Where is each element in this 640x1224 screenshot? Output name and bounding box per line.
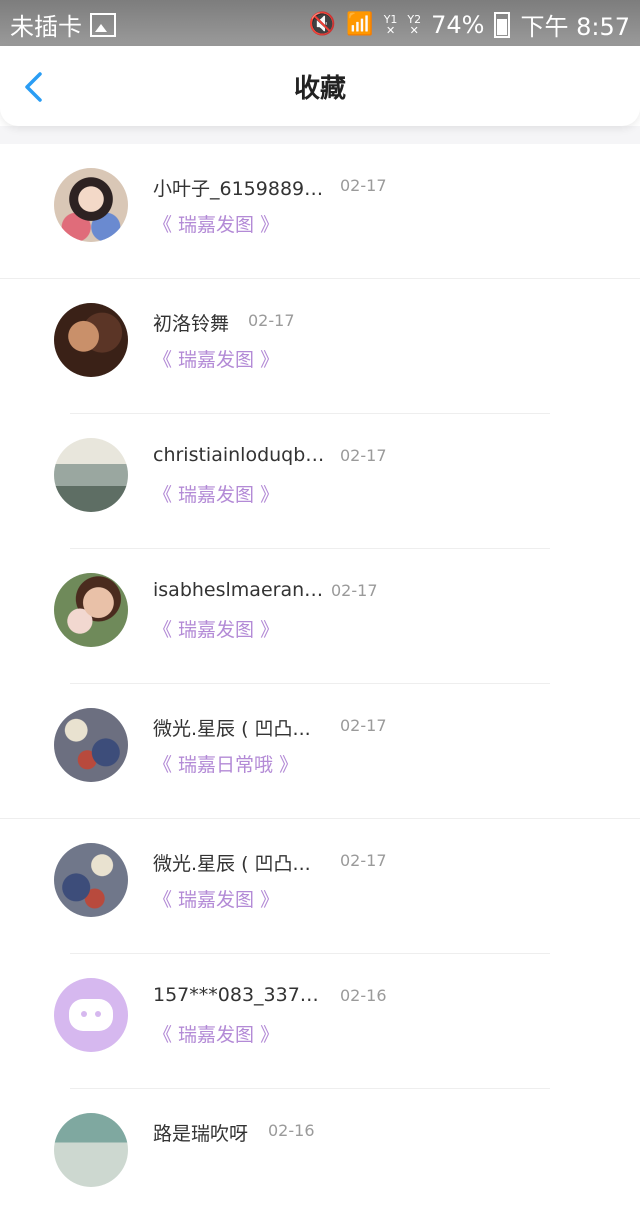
avatar[interactable]: [54, 168, 128, 242]
list-item[interactable]: 微光.星辰 ( 凹凸... 02-17 《 瑞嘉日常哦 》: [0, 684, 640, 819]
date: 02-17: [340, 176, 387, 195]
sim1-icon: Y1 ✕: [383, 12, 398, 37]
user-name: 微光.星辰 ( 凹凸...: [153, 718, 311, 740]
album-link[interactable]: 《 瑞嘉发图 》: [153, 615, 279, 642]
list-item[interactable]: 小叶子_61598892... 02-17 《 瑞嘉发图 》: [0, 144, 640, 279]
page-title: 收藏: [293, 74, 346, 104]
user-name: 小叶子_61598892...: [153, 178, 325, 200]
header: 收藏: [0, 46, 640, 126]
album-link[interactable]: 《 瑞嘉发图 》: [153, 885, 279, 912]
avatar[interactable]: [54, 438, 128, 512]
user-name: isabheslmaeranbft: [153, 579, 325, 601]
avatar[interactable]: [54, 843, 128, 917]
list-item[interactable]: 157***083_33776... 02-16 《 瑞嘉发图 》: [0, 954, 640, 1089]
list-item[interactable]: 初洛铃舞 02-17 《 瑞嘉发图 》: [0, 279, 640, 414]
status-bar: 未插卡 🔇 📶 Y1 ✕ Y2 ✕ 74% 下午 8:57: [0, 0, 640, 46]
chat-bubble-icon: [69, 999, 113, 1031]
default-avatar[interactable]: [54, 978, 128, 1052]
list-item[interactable]: isabheslmaeranbft 02-17 《 瑞嘉发图 》: [0, 549, 640, 684]
header-divider: [0, 126, 640, 144]
image-notification-icon: [90, 12, 116, 37]
date: 02-17: [340, 851, 387, 870]
album-link[interactable]: 《 瑞嘉发图 》: [153, 480, 279, 507]
date: 02-17: [340, 716, 387, 735]
user-name: 157***083_33776...: [153, 984, 325, 1006]
album-link[interactable]: 《 瑞嘉日常哦 》: [153, 750, 298, 777]
date: 02-16: [268, 1121, 315, 1140]
date: 02-17: [331, 581, 378, 600]
avatar[interactable]: [54, 1113, 128, 1187]
mute-icon: 🔇: [308, 12, 337, 37]
date: 02-16: [340, 986, 387, 1005]
album-link[interactable]: 《 瑞嘉发图 》: [153, 345, 279, 372]
avatar[interactable]: [54, 573, 128, 647]
battery-percent: 74%: [431, 10, 485, 39]
battery-icon: [494, 11, 511, 38]
user-name: 路是瑞吹呀: [153, 1123, 249, 1145]
favorites-list: 小叶子_61598892... 02-17 《 瑞嘉发图 》 初洛铃舞 02-1…: [0, 144, 640, 1224]
list-item[interactable]: 微光.星辰 ( 凹凸... 02-17 《 瑞嘉发图 》: [0, 819, 640, 954]
user-name: christiainloduqbo...: [153, 444, 325, 466]
album-link[interactable]: 《 瑞嘉发图 》: [153, 1020, 279, 1047]
sim2-icon: Y2 ✕: [407, 12, 422, 37]
list-item[interactable]: christiainloduqbo... 02-17 《 瑞嘉发图 》: [0, 414, 640, 549]
date: 02-17: [248, 311, 295, 330]
user-name: 微光.星辰 ( 凹凸...: [153, 853, 311, 875]
user-name: 初洛铃舞: [153, 313, 230, 335]
date: 02-17: [340, 446, 387, 465]
clock: 下午 8:57: [520, 13, 630, 41]
wifi-icon: 📶: [346, 12, 374, 37]
album-link[interactable]: 《 瑞嘉发图 》: [153, 210, 279, 237]
list-item[interactable]: 路是瑞吹呀 02-16: [0, 1089, 640, 1224]
avatar[interactable]: [54, 303, 128, 377]
carrier-text: 未插卡: [10, 13, 82, 41]
avatar[interactable]: [54, 708, 128, 782]
